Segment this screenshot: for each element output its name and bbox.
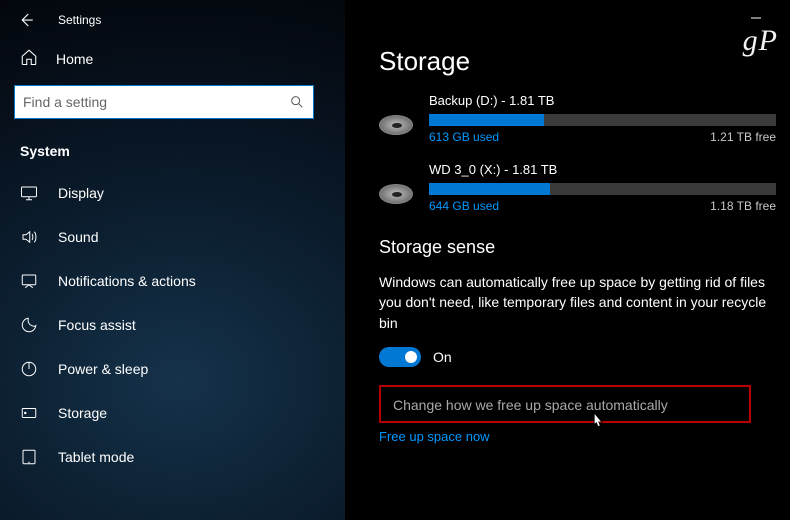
page-title: Storage — [379, 46, 776, 77]
drive-body: WD 3_0 (X:) - 1.81 TB 644 GB used 1.18 T… — [429, 162, 776, 213]
sidebar-item-label: Focus assist — [58, 317, 136, 333]
arrow-left-icon — [17, 11, 35, 29]
power-icon — [20, 360, 38, 378]
titlebar — [379, 8, 776, 28]
drive-usage-fill — [429, 114, 544, 126]
search-box[interactable] — [14, 85, 314, 119]
drive-stats: 613 GB used 1.21 TB free — [429, 130, 776, 144]
minimize-icon — [750, 12, 762, 24]
drive-icon — [379, 184, 415, 212]
sidebar-item-power-sleep[interactable]: Power & sleep — [0, 347, 345, 391]
highlight-callout: Change how we free up space automaticall… — [379, 385, 751, 423]
sidebar-item-label: Sound — [58, 229, 98, 245]
search-input[interactable] — [23, 94, 289, 110]
home-icon — [20, 48, 38, 69]
toggle-state-label: On — [433, 349, 452, 365]
drive-usage-bar — [429, 183, 776, 195]
drive-free-label: 1.18 TB free — [710, 199, 776, 213]
drive-stats: 644 GB used 1.18 TB free — [429, 199, 776, 213]
watermark-logo: gP — [743, 24, 778, 58]
change-free-up-link[interactable]: Change how we free up space automaticall… — [393, 397, 737, 413]
storage-sense-toggle[interactable] — [379, 347, 421, 367]
home-label: Home — [56, 51, 93, 67]
drive-used-link[interactable]: 644 GB used — [429, 199, 499, 213]
sidebar-item-storage[interactable]: Storage — [0, 391, 345, 435]
sidebar-item-sound[interactable]: Sound — [0, 215, 345, 259]
drive-row[interactable]: WD 3_0 (X:) - 1.81 TB 644 GB used 1.18 T… — [379, 162, 776, 213]
drive-name: Backup (D:) - 1.81 TB — [429, 93, 776, 108]
sidebar-item-label: Storage — [58, 405, 107, 421]
drive-used-link[interactable]: 613 GB used — [429, 130, 499, 144]
drive-body: Backup (D:) - 1.81 TB 613 GB used 1.21 T… — [429, 93, 776, 144]
tablet-icon — [20, 448, 38, 466]
drive-usage-bar — [429, 114, 776, 126]
sidebar-item-notifications[interactable]: Notifications & actions — [0, 259, 345, 303]
storage-sense-toggle-row: On — [379, 347, 776, 367]
sound-icon — [20, 228, 38, 246]
focus-assist-icon — [20, 316, 38, 334]
category-label: System — [0, 129, 345, 171]
notifications-icon — [20, 272, 38, 290]
drive-name: WD 3_0 (X:) - 1.81 TB — [429, 162, 776, 177]
settings-sidebar: Settings Home System Display — [0, 0, 345, 520]
back-button[interactable] — [10, 4, 42, 36]
display-icon — [20, 184, 38, 202]
sidebar-header: Settings — [0, 0, 345, 40]
window-title: Settings — [58, 13, 101, 27]
main-content: gP Storage Backup (D:) - 1.81 TB 613 GB … — [345, 0, 790, 520]
sidebar-item-tablet-mode[interactable]: Tablet mode — [0, 435, 345, 479]
drive-usage-fill — [429, 183, 550, 195]
storage-icon — [20, 404, 38, 422]
sidebar-item-label: Display — [58, 185, 104, 201]
storage-sense-title: Storage sense — [379, 237, 776, 258]
toggle-knob — [405, 351, 417, 363]
search-container — [0, 77, 345, 129]
sidebar-item-label: Tablet mode — [58, 449, 134, 465]
drive-row[interactable]: Backup (D:) - 1.81 TB 613 GB used 1.21 T… — [379, 93, 776, 144]
sidebar-item-label: Power & sleep — [58, 361, 148, 377]
free-up-now-link[interactable]: Free up space now — [379, 429, 776, 444]
drive-icon — [379, 115, 415, 143]
storage-sense-description: Windows can automatically free up space … — [379, 272, 769, 333]
drive-free-label: 1.21 TB free — [710, 130, 776, 144]
sidebar-item-display[interactable]: Display — [0, 171, 345, 215]
sidebar-item-focus-assist[interactable]: Focus assist — [0, 303, 345, 347]
sidebar-menu: Display Sound Notifications & actions Fo… — [0, 171, 345, 479]
search-icon — [289, 94, 305, 110]
sidebar-item-label: Notifications & actions — [58, 273, 196, 289]
sidebar-item-home[interactable]: Home — [0, 40, 345, 77]
